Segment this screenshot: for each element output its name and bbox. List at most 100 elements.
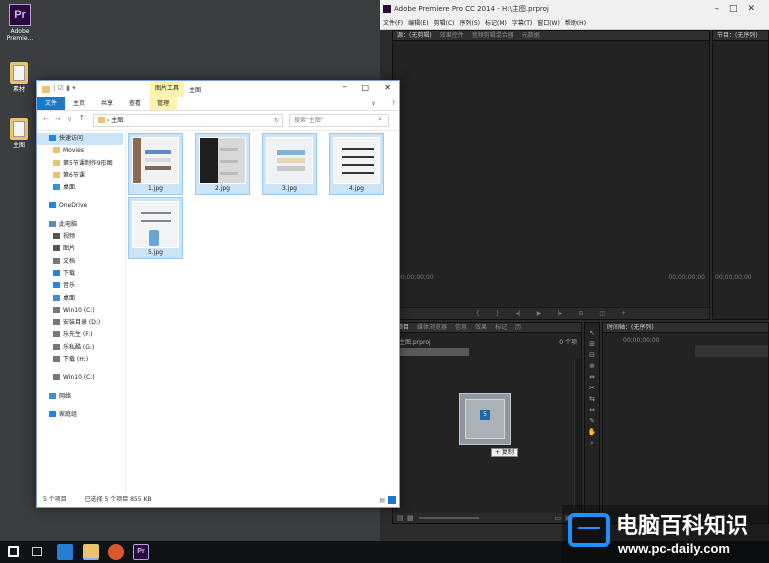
timeline-ruler[interactable] [695, 345, 768, 357]
file-item[interactable]: 5.jpg [128, 197, 183, 259]
taskbar-premiere-icon[interactable]: Pr [133, 544, 149, 560]
menu-title[interactable]: 字幕(T) [512, 18, 532, 29]
nav-item[interactable]: 图片 [37, 243, 123, 255]
quick-access-toolbar[interactable]: | ☑ ▮ ▾ [53, 84, 76, 92]
tab-media-browser[interactable]: 媒体浏览器 [417, 323, 447, 332]
nav-item[interactable]: 乐私酷 (G:) [37, 342, 123, 354]
source-transport-controls[interactable]: { } ◂| ▶ |▸ ⊟ ◫ + [393, 307, 709, 319]
slip-tool-icon[interactable]: ⇆ [587, 394, 597, 404]
up-arrow-icon[interactable]: ↑ [79, 114, 85, 122]
tab-history[interactable]: 历 [515, 323, 521, 332]
list-view-icon[interactable]: ▤ [397, 514, 404, 522]
tab-markers[interactable]: 标记 [495, 323, 507, 332]
menu-marker[interactable]: 标记(M) [485, 18, 507, 29]
slide-tool-icon[interactable]: ⇔ [587, 405, 597, 415]
tab-audio-mixer[interactable]: 音频剪辑混合器 [472, 31, 514, 40]
project-search-field[interactable] [399, 348, 469, 356]
hand-tool-icon[interactable]: ✋ [587, 427, 597, 437]
nav-item[interactable]: 快速访问 [37, 133, 123, 146]
tab-metadata[interactable]: 元数据 [522, 31, 540, 40]
track-select-tool-icon[interactable]: ⊞ [587, 339, 597, 349]
back-arrow-icon[interactable]: ← [43, 115, 49, 123]
nav-item[interactable]: 网络 [37, 391, 123, 403]
address-field[interactable]: › 主图 ↻ [93, 114, 283, 127]
file-item[interactable]: 4.jpg [329, 133, 384, 195]
menu-window[interactable]: 窗口(W) [537, 18, 560, 29]
nav-item[interactable]: 音乐 [37, 280, 123, 292]
nav-item[interactable]: 此电脑 [37, 219, 123, 231]
new-bin-icon[interactable]: ▭ [554, 514, 561, 522]
rolling-edit-tool-icon[interactable]: ⊕ [587, 361, 597, 371]
tab-program[interactable]: 节目：(无序列) [717, 31, 758, 40]
ribbon-expand-icon[interactable]: ∨ [363, 97, 383, 110]
nav-item[interactable]: 家庭组 [37, 409, 123, 421]
file-item[interactable]: 2.jpg [195, 133, 250, 195]
icon-view-icon[interactable]: ▦ [407, 514, 414, 522]
nav-item[interactable]: Movies [37, 145, 123, 157]
nav-item[interactable]: 文档 [37, 256, 123, 268]
desktop-icon-zhutu[interactable]: 主图 [1, 118, 37, 149]
forward-arrow-icon[interactable]: → [55, 115, 61, 123]
add-button-icon[interactable]: + [621, 308, 626, 319]
tab-home[interactable]: 主页 [65, 97, 93, 110]
thumbnail-view-icon[interactable] [388, 496, 396, 504]
mark-out-icon[interactable]: } [496, 308, 500, 319]
mark-in-icon[interactable]: { [476, 308, 480, 319]
nav-item[interactable]: 桌面 [37, 182, 123, 194]
taskbar-file-explorer-icon[interactable] [83, 544, 99, 560]
desktop-icon-premiere[interactable]: Pr Adobe Premie... [0, 4, 40, 42]
help-icon[interactable]: ? [384, 97, 399, 110]
chevron-down-icon[interactable]: ∨ [67, 115, 72, 123]
nav-item[interactable]: 下载 (H:) [37, 354, 123, 366]
taskbar-wps-icon[interactable] [57, 544, 73, 560]
razor-tool-icon[interactable]: ✂ [587, 383, 597, 393]
nav-item[interactable]: Win10 (C:) [37, 305, 123, 317]
task-view-icon[interactable] [32, 547, 42, 556]
tab-effects[interactable]: 效果 [475, 323, 487, 332]
insert-icon[interactable]: ⊟ [578, 308, 583, 319]
file-item[interactable]: 3.jpg [262, 133, 317, 195]
tab-file[interactable]: 文件 [37, 97, 66, 110]
menu-clip[interactable]: 剪辑(C) [434, 18, 455, 29]
tab-share[interactable]: 共享 [93, 97, 121, 110]
selection-tool-icon[interactable]: ↖ [587, 328, 597, 338]
nav-item[interactable]: 第6节课 [37, 170, 123, 182]
zoom-tool-icon[interactable]: ⌕ [587, 438, 597, 448]
pen-tool-icon[interactable]: ✎ [587, 416, 597, 426]
nav-item[interactable]: 乐先生 (F:) [37, 329, 123, 341]
desktop-icon-sucai[interactable]: 素材 [1, 62, 37, 93]
step-back-icon[interactable]: ◂| [516, 308, 521, 319]
search-input[interactable]: 搜索"主图" [289, 114, 389, 127]
menu-edit[interactable]: 编辑(E) [408, 18, 428, 29]
menu-sequence[interactable]: 序列(S) [460, 18, 481, 29]
nav-item[interactable]: Win10 (C:) [37, 372, 123, 384]
nav-item[interactable]: 桌面 [37, 293, 123, 305]
maximize-icon[interactable]: □ [361, 83, 369, 92]
tab-source[interactable]: 源：(无剪辑) [397, 31, 432, 40]
rate-stretch-tool-icon[interactable]: ⇹ [587, 372, 597, 382]
file-item[interactable]: 1.jpg [128, 133, 183, 195]
step-forward-icon[interactable]: |▸ [557, 308, 562, 319]
menu-file[interactable]: 文件(F) [383, 18, 403, 29]
tab-info[interactable]: 信息 [455, 323, 467, 332]
export-frame-icon[interactable]: ◫ [599, 308, 605, 319]
refresh-icon[interactable]: ↻ [274, 115, 279, 127]
details-view-icon[interactable]: ▤ [379, 494, 385, 508]
window-controls[interactable]: –□✕ [714, 0, 765, 18]
tab-effect-controls[interactable]: 效果控件 [440, 31, 464, 40]
windows-start-icon[interactable] [8, 546, 19, 557]
nav-item[interactable]: 视频 [37, 231, 123, 243]
nav-scrollbar[interactable] [125, 133, 126, 493]
tab-view[interactable]: 查看 [121, 97, 149, 110]
play-icon[interactable]: ▶ [537, 308, 542, 319]
menu-help[interactable]: 帮助(H) [565, 18, 586, 29]
minimize-icon[interactable]: – [343, 82, 348, 92]
nav-item[interactable]: 安装目录 (D:) [37, 317, 123, 329]
close-icon[interactable]: ✕ [384, 83, 391, 92]
tab-timeline[interactable]: 时间轴：(无序列) [607, 323, 654, 332]
taskbar-browser-icon[interactable] [108, 544, 124, 560]
nav-item[interactable]: OneDrive [37, 200, 123, 212]
tab-manage[interactable]: 管理 [149, 97, 178, 110]
project-scrollbar[interactable] [574, 359, 580, 509]
zoom-slider[interactable] [419, 517, 479, 519]
